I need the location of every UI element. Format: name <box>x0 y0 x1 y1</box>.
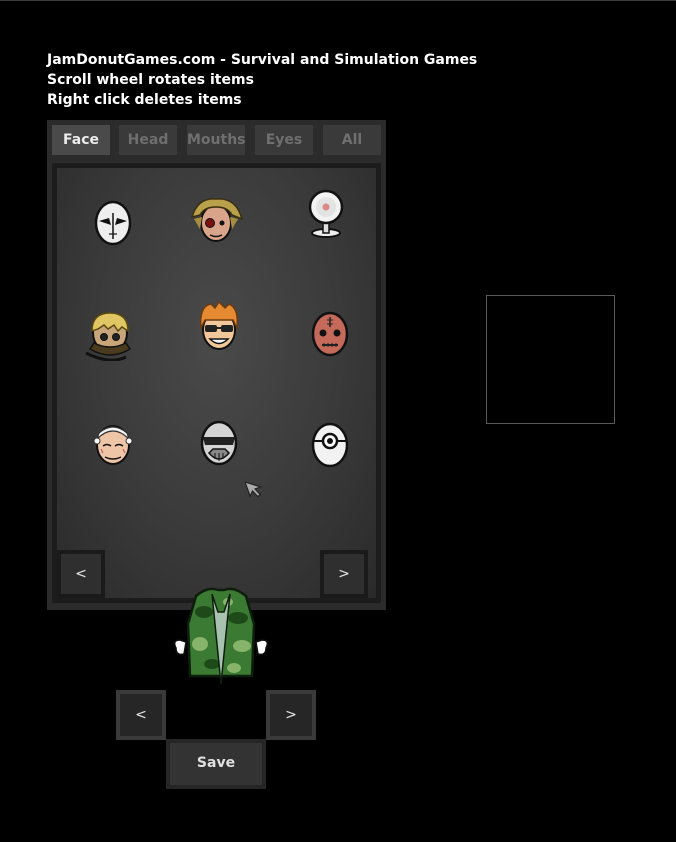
blonde-scarred-face-icon[interactable] <box>188 193 244 249</box>
tab-head[interactable]: Head <box>119 125 177 155</box>
grid-next-button[interactable]: > <box>320 550 368 598</box>
tab-mouths[interactable]: Mouths <box>187 125 246 155</box>
save-button[interactable]: Save <box>166 739 266 789</box>
tab-face[interactable]: Face <box>52 125 110 155</box>
item-grid-frame: < > <box>52 163 381 603</box>
tab-eyes[interactable]: Eyes <box>255 125 313 155</box>
info-text: JamDonutGames.com - Survival and Simulat… <box>47 50 477 110</box>
character-torso-preview <box>168 584 274 692</box>
gas-mask-icon[interactable] <box>191 415 247 471</box>
cyclops-mask-icon[interactable] <box>302 415 358 471</box>
outfit-prev-button[interactable]: < <box>116 690 166 740</box>
orange-hair-sunglasses-face-icon[interactable] <box>191 298 247 354</box>
blonde-bandana-face-icon[interactable] <box>82 305 138 362</box>
round-mirror-icon[interactable] <box>298 187 354 243</box>
bandaged-bald-face-icon[interactable] <box>85 415 141 471</box>
item-preview-box <box>486 295 615 424</box>
info-delete-hint: Right click deletes items <box>47 92 242 108</box>
tab-all[interactable]: All <box>323 125 381 155</box>
item-grid: < > <box>57 168 376 598</box>
top-divider <box>0 0 676 1</box>
info-site-line: JamDonutGames.com - Survival and Simulat… <box>47 52 478 68</box>
grid-prev-button[interactable]: < <box>57 550 105 598</box>
white-alien-mask-icon[interactable] <box>85 193 141 249</box>
pointer-cursor-icon <box>244 477 271 505</box>
stitched-red-face-icon[interactable] <box>302 305 358 361</box>
item-selector-panel: Face Head Mouths Eyes All < > <box>47 120 386 610</box>
info-rotate-hint: Scroll wheel rotates items <box>47 72 254 88</box>
outfit-next-button[interactable]: > <box>266 690 316 740</box>
